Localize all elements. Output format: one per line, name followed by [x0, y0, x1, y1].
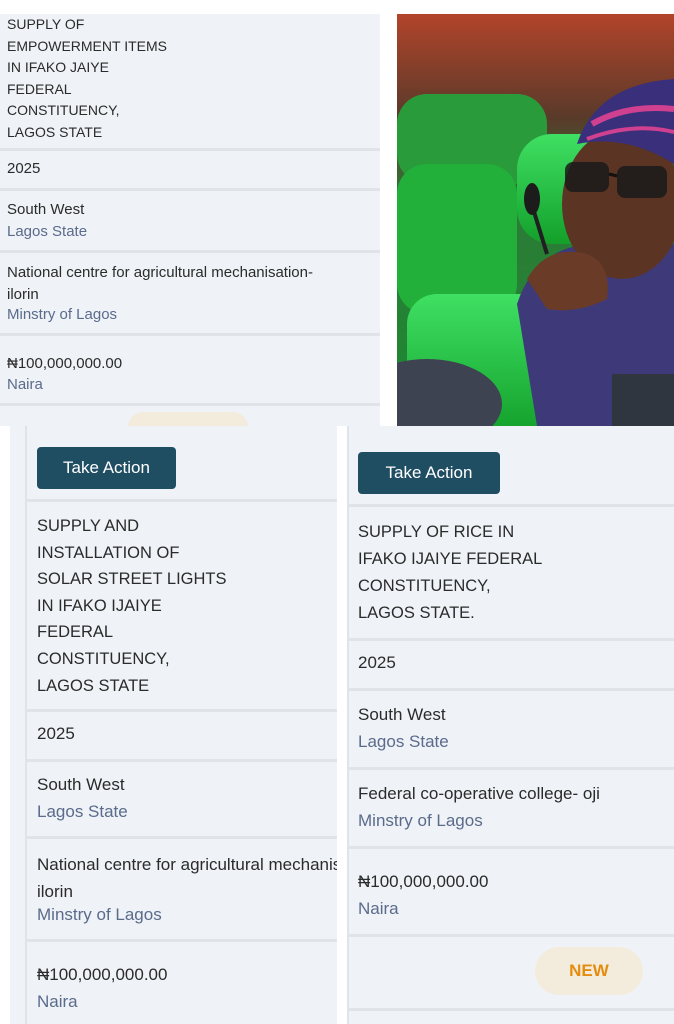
project-title: SUPPLY OF EMPOWERMENT ITEMS IN IFAKO JAI… [7, 16, 167, 140]
project-year: 2025 [37, 724, 75, 743]
project-card-empowerment: SUPPLY OF EMPOWERMENT ITEMS IN IFAKO JAI… [0, 14, 380, 426]
portrait-photo [397, 14, 674, 426]
project-year: 2025 [7, 160, 41, 177]
project-card-rice: Take Action SUPPLY OF RICE IN IFAKO IJAI… [347, 426, 674, 1024]
project-ministry: Minstry of Lagos [37, 905, 162, 924]
project-state: Lagos State [358, 732, 449, 751]
portrait-illustration [397, 14, 674, 426]
project-amount: ₦100,000,000.00 [7, 355, 123, 372]
project-region: South West [7, 201, 85, 218]
project-agency: National centre for agricultural mechani… [37, 855, 337, 901]
project-amount: ₦100,000,000.00 [37, 965, 168, 984]
project-amount: ₦100,000,000.00 [358, 872, 489, 891]
project-title: SUPPLY AND INSTALLATION OF SOLAR STREET … [37, 517, 227, 695]
badge-partial [128, 412, 248, 426]
project-currency: Naira [7, 376, 43, 393]
panel-left-edge [0, 426, 10, 1024]
project-currency: Naira [37, 992, 78, 1011]
project-state: Lagos State [7, 223, 88, 240]
project-ministry: Minstry of Lagos [7, 306, 118, 323]
new-badge: NEW [535, 947, 643, 995]
project-agency: Federal co-operative college- oji [358, 784, 600, 803]
panel-inner-border [25, 426, 27, 1024]
project-region: South West [37, 775, 125, 794]
project-title: SUPPLY OF RICE IN IFAKO IJAIYE FEDERAL C… [358, 523, 543, 622]
take-action-button[interactable]: Take Action [358, 452, 500, 494]
take-action-button[interactable]: Take Action [37, 447, 176, 489]
project-card-solar-lights: Take Action SUPPLY AND INSTALLATION OF S… [0, 426, 337, 1024]
project-agency: National centre for agricultural mechani… [7, 264, 313, 303]
project-state: Lagos State [37, 802, 128, 821]
project-ministry: Minstry of Lagos [358, 811, 483, 830]
project-year: 2025 [358, 653, 396, 672]
project-region: South West [358, 705, 446, 724]
project-currency: Naira [358, 899, 399, 918]
